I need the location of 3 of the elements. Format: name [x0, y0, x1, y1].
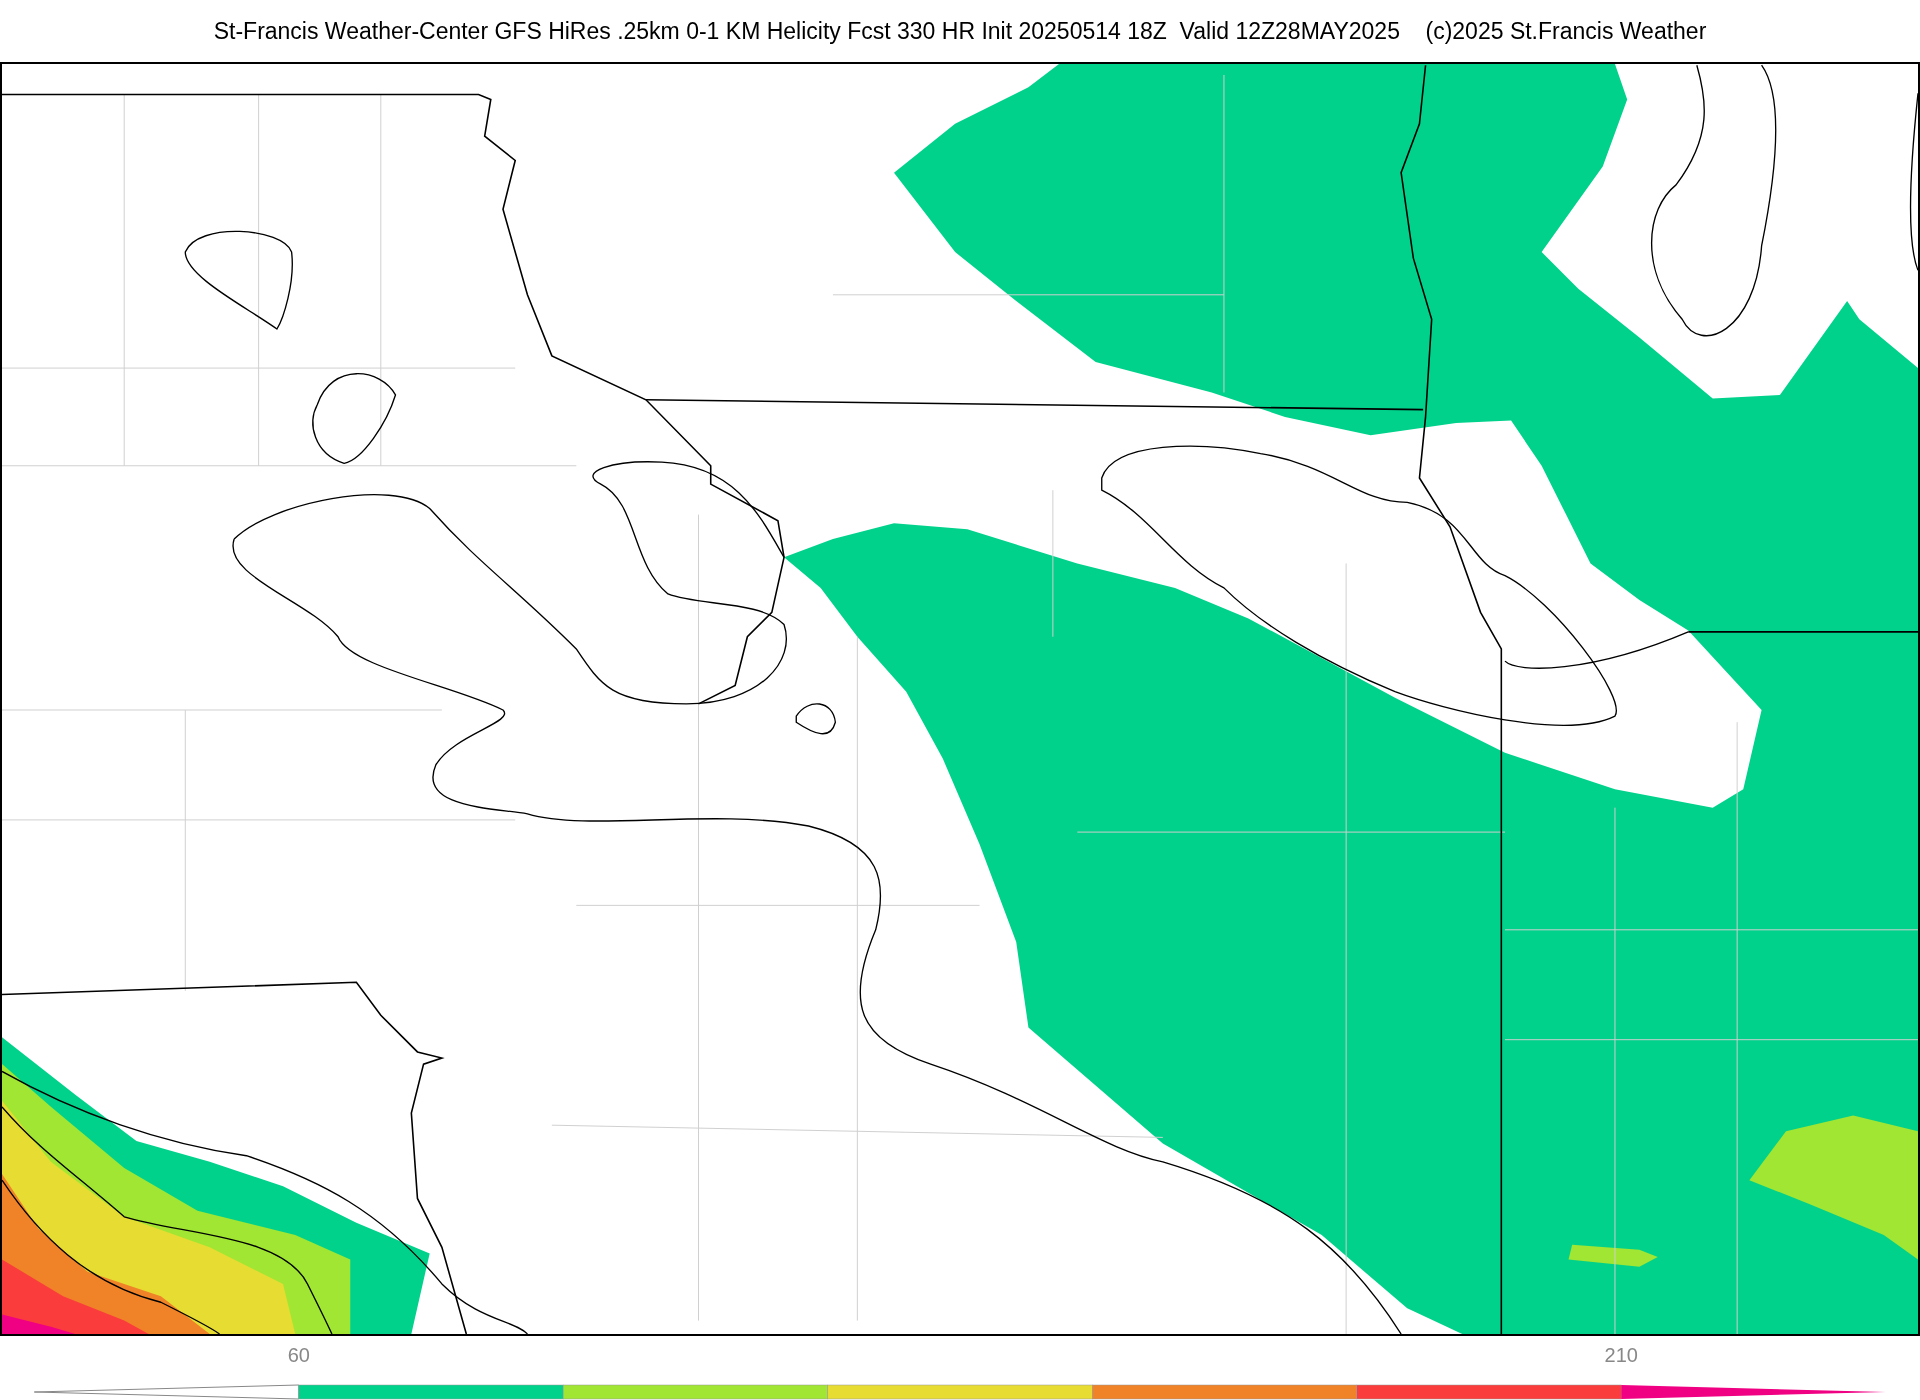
tick-label: 60	[287, 1344, 310, 1366]
tick-label: 210	[1604, 1344, 1638, 1366]
map-title: St-Francis Weather-Center GFS HiRes .25km 0-1 KM Helicity Fcst 330 HR Init 20250514 18Z Valid 12Z28MAY2025 (c)2025 St.Francis Weather	[213, 16, 1707, 46]
